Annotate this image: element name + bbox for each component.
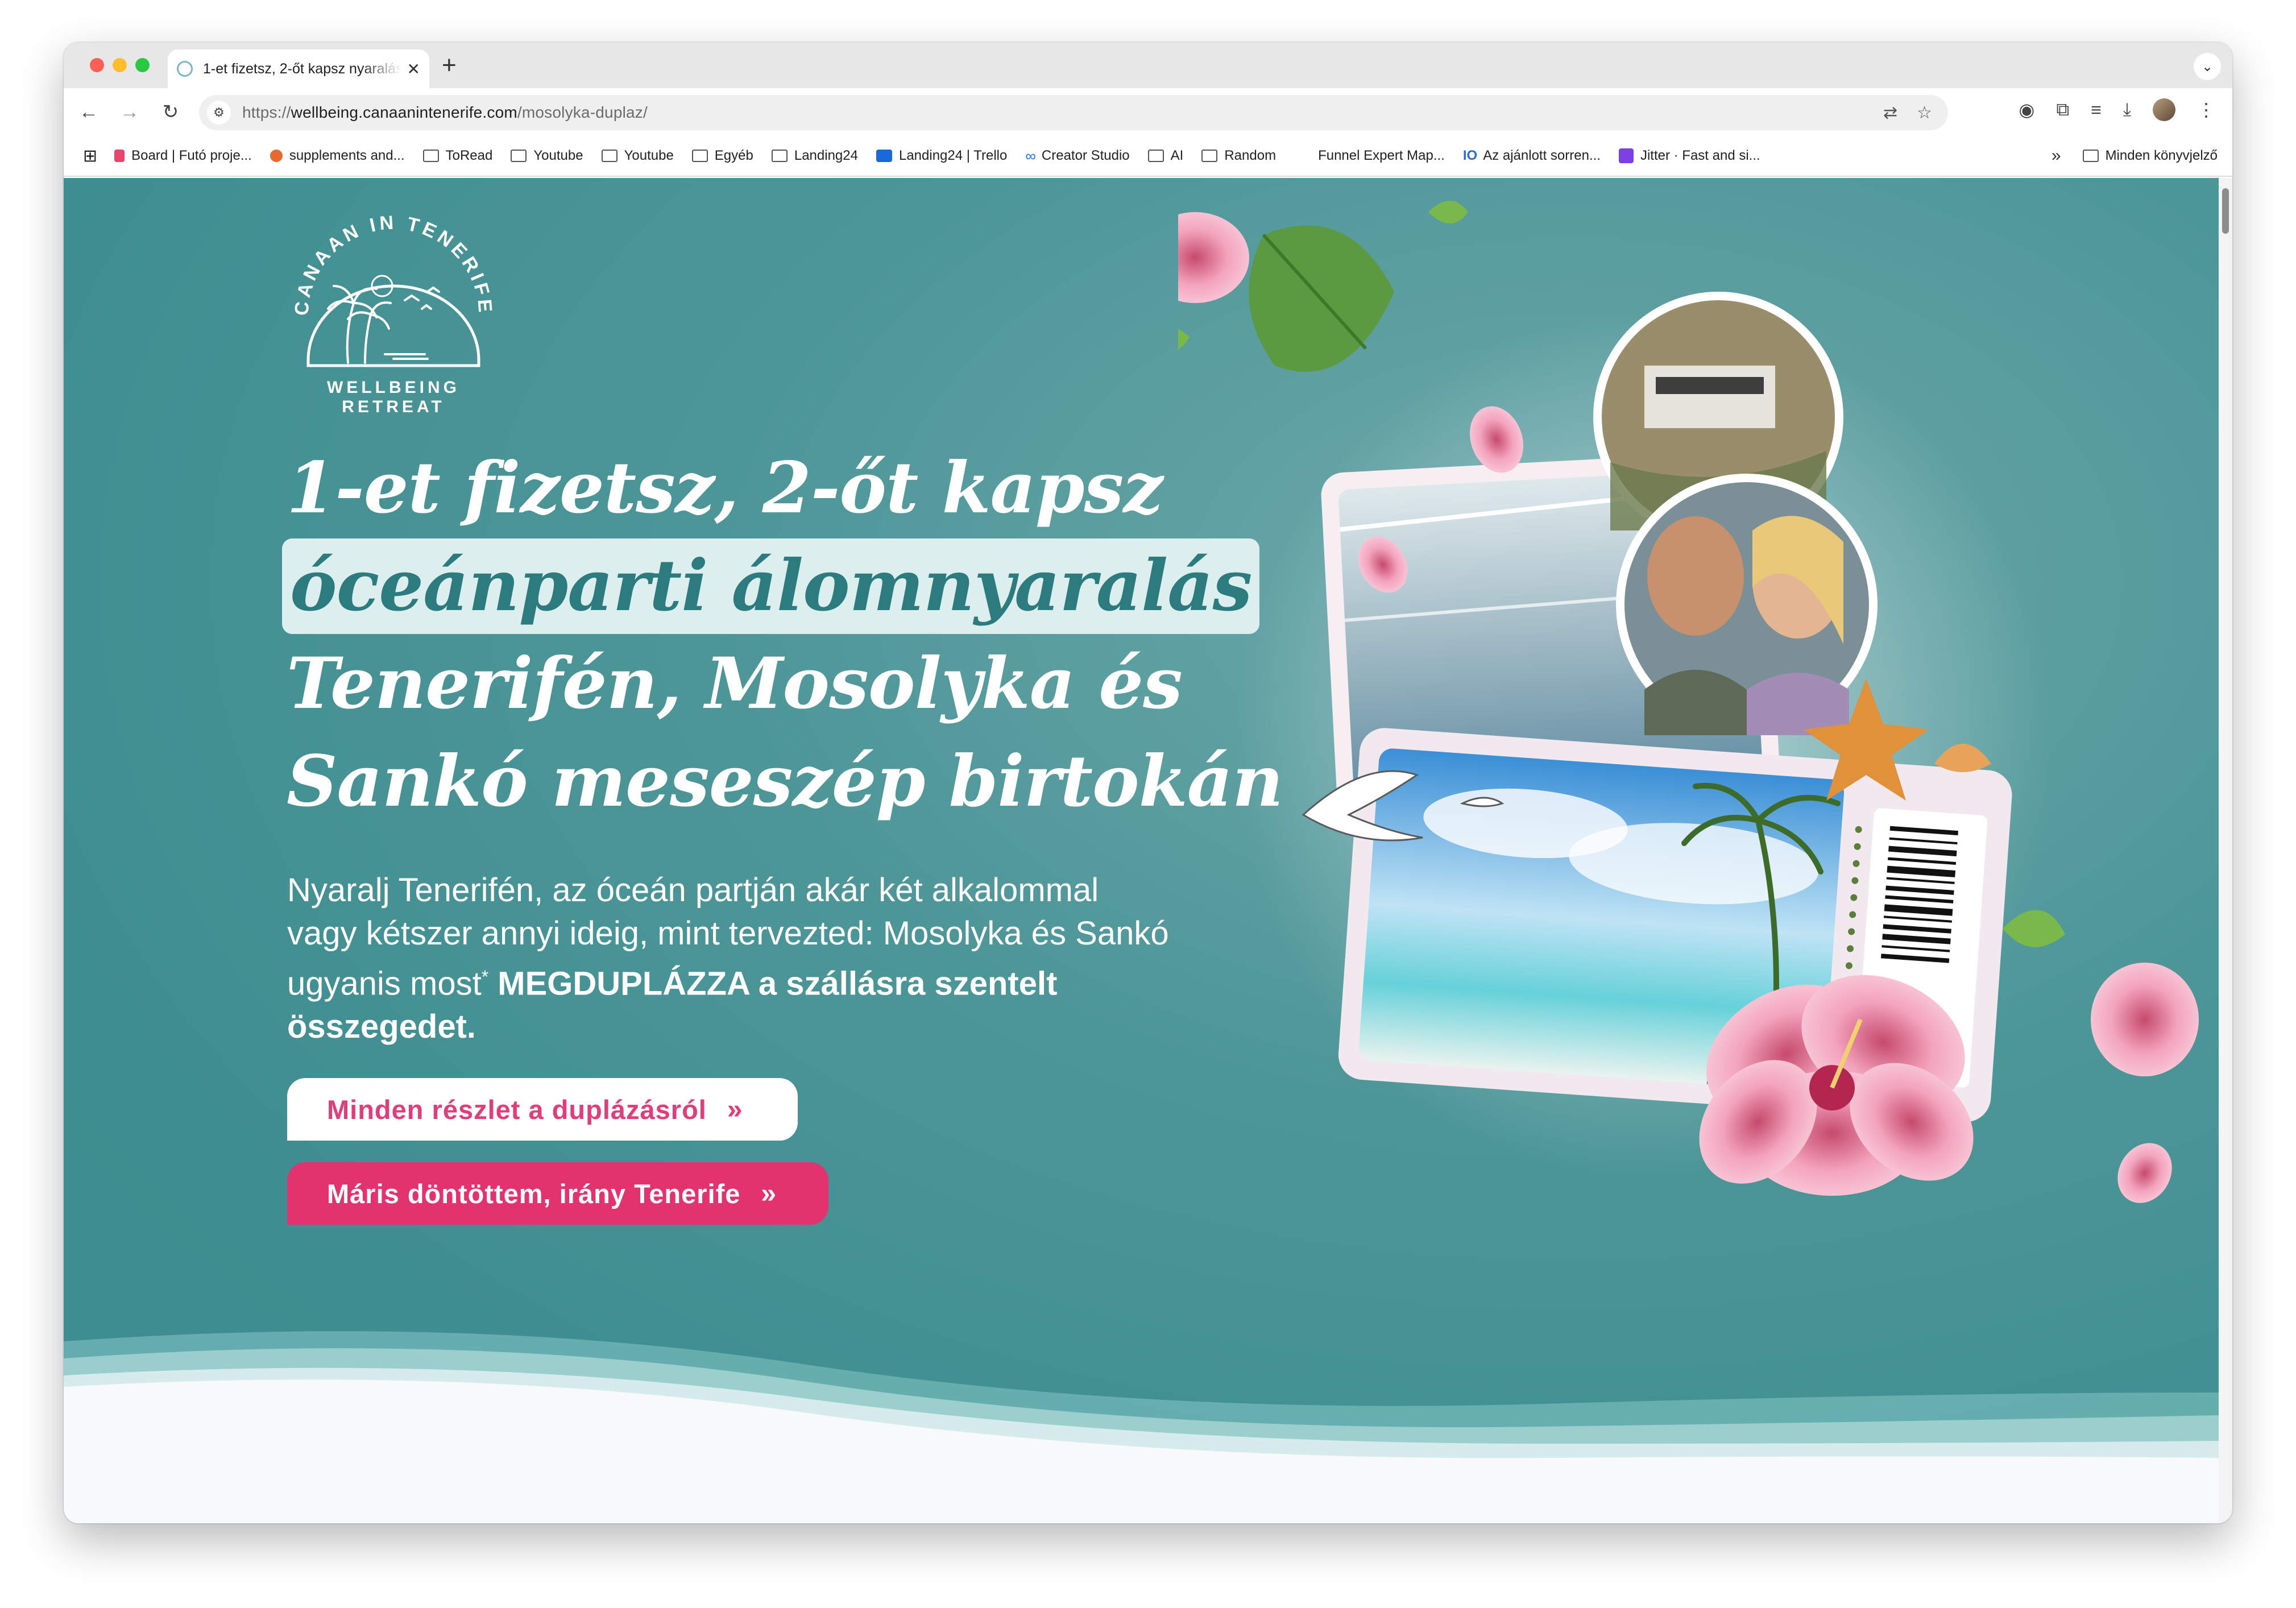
tab-close-icon[interactable]: ✕ [407,60,420,78]
reading-list-icon[interactable]: ≡ [2091,100,2102,121]
hero-section: CANAAN IN TENERIFE WELLBEING RETREAT 1-e… [64,178,2219,1523]
clickup-icon [114,150,125,162]
couple-photo [1616,474,1878,735]
toolbar: ← → ↻ ⚙ https://wellbeing.canaaninteneri… [64,88,2232,136]
folder-icon [771,150,788,162]
bookmarks-bar: ⊞ Board | Futó proje... supplements and.… [64,136,2232,177]
page-scrollbar[interactable] [2219,178,2232,1523]
bookmark-folder[interactable]: Youtube [601,148,674,164]
meta-icon: ∞ [1025,147,1036,164]
bookmark-star-icon[interactable]: ☆ [1917,103,1932,123]
folder-icon [1147,150,1164,162]
scrollbar-thumb[interactable] [2222,188,2229,234]
logo-arc-text: CANAAN IN TENERIFE [291,212,492,316]
hero-subtext: Nyaralj Tenerifén, az óceán partján akár… [287,872,1169,1046]
forward-arrow-icon[interactable]: → [116,98,143,126]
browser-window: 1-et fizetsz, 2-őt kapsz nyaralást ✕ + ⌄… [64,43,2232,1523]
bookmark-item[interactable]: Board | Futó proje... [114,148,252,164]
io-icon: IO [1462,148,1478,163]
details-button[interactable]: Minden részlet a duplázásról» [287,1078,798,1141]
site-favicon-icon [177,61,193,77]
bookmark-folder[interactable]: Random [1201,148,1276,164]
pink-petal [2117,1143,2172,1203]
extensions-puzzle-icon[interactable]: ⧉ [2056,99,2069,121]
bookmarks-overflow-chevron-icon[interactable]: » [2052,146,2061,165]
translate-icon[interactable]: ⇄ [1883,103,1897,123]
screenshot-camera-icon[interactable]: ◉ [2019,99,2034,121]
bookmark-item[interactable]: Funnel Expert Map... [1318,148,1445,164]
folder-icon [2082,150,2099,162]
tab-active[interactable]: 1-et fizetsz, 2-őt kapsz nyaralást ✕ [168,49,429,88]
profile-avatar[interactable] [2153,98,2175,121]
green-leaf [1178,329,1190,350]
tab-strip: 1-et fizetsz, 2-őt kapsz nyaralást ✕ + ⌄ [64,43,2232,88]
bookmark-folder[interactable]: Egyéb [691,148,753,164]
folder-icon [1201,150,1218,162]
bottom-wave-divider [64,1331,2219,1523]
all-bookmarks-folder[interactable]: Minden könyvjelző [2082,148,2218,164]
download-icon[interactable]: ⤓ [2123,99,2131,121]
url-text[interactable]: https://wellbeing.canaanintenerife.com/m… [242,103,648,122]
folder-icon [422,150,439,162]
pill-icon [270,150,283,162]
maximize-window-button[interactable] [135,58,150,72]
bookmark-folder[interactable]: ToRead [422,148,492,164]
close-window-button[interactable] [90,58,104,72]
tab-search-button[interactable]: ⌄ [2194,53,2221,80]
bookmark-item[interactable]: ∞ Creator Studio [1025,147,1129,165]
green-leaf [1428,201,1468,223]
headline-highlight: óceánparti álomnyaralás [282,538,1260,634]
bookmark-folder[interactable]: Landing24 [771,148,858,164]
svg-text:CANAAN IN TENERIFE: CANAAN IN TENERIFE [291,212,496,316]
headline-line-4: Sankó meseszép birtokán [287,740,1283,823]
logo-line-wellbeing: WELLBEING [327,378,460,397]
back-arrow-icon[interactable]: ← [75,98,102,126]
decided-cta-button[interactable]: Máris döntöttem, irány Tenerife» [287,1162,828,1225]
double-chevron-right-icon: » [727,1094,743,1125]
reload-icon[interactable]: ↻ [157,98,184,126]
bookmark-item[interactable]: supplements and... [270,148,405,164]
pink-petal [2091,963,2199,1076]
folder-icon [601,150,617,162]
bookmark-item[interactable]: Landing24 | Trello [876,148,1007,164]
jitter-icon [1618,148,1634,163]
more-menu-icon[interactable]: ⋮ [2197,99,2215,121]
apps-grid-icon[interactable]: ⊞ [83,146,97,166]
folder-icon [691,150,708,162]
trello-icon [876,150,892,162]
site-info-icon[interactable]: ⚙ [207,101,231,125]
headline-line-1: 1-et fizetsz, 2-őt kapsz [287,447,1163,529]
bookmark-folder[interactable]: Youtube [511,148,583,164]
address-bar[interactable]: ⚙ https://wellbeing.canaanintenerife.com… [199,95,1948,130]
travel-collage-image [1178,201,2199,1203]
pink-petal [1178,212,1249,303]
bookmark-item[interactable]: Jitter · Fast and si... [1618,148,1760,164]
canaan-logo[interactable]: CANAAN IN TENERIFE WELLBEING RETREAT [285,212,502,417]
new-tab-button[interactable]: + [442,53,457,78]
bookmark-item[interactable]: IO Az ajánlott sorren... [1463,148,1601,164]
hero-headline: 1-et fizetsz, 2-őt kapsz óceánparti álom… [282,440,1283,831]
minimize-window-button[interactable] [113,58,127,72]
logo-line-retreat: RETREAT [342,397,445,416]
tab-title: 1-et fizetsz, 2-őt kapsz nyaralást [203,60,401,77]
bookmark-folder[interactable]: AI [1147,148,1183,164]
folder-icon [511,150,527,162]
double-chevron-right-icon: » [761,1178,777,1209]
headline-line-3: Tenerifén, Mosolyka és [287,643,1183,725]
